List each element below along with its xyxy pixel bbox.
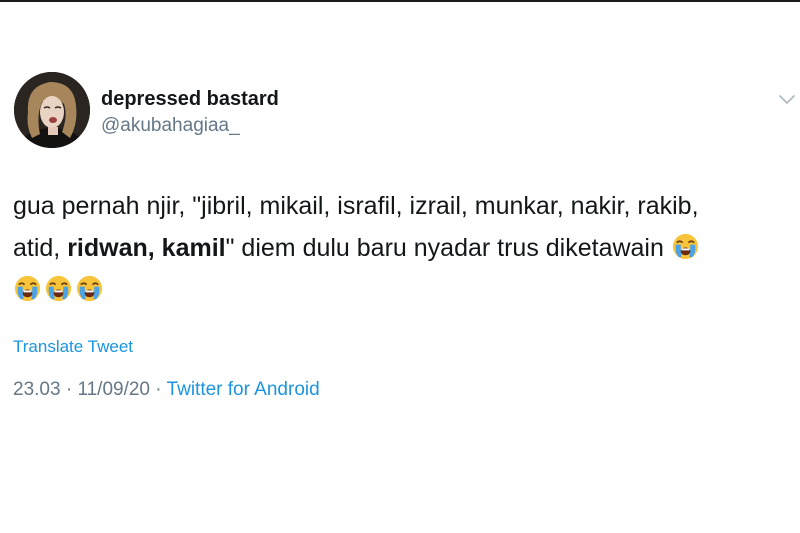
tweet-text: gua pernah njir, "jibril, mikail, israfi… xyxy=(13,185,793,311)
tweet-card: depressed bastard @akubahagiaa_ gua pern… xyxy=(0,0,800,533)
avatar[interactable] xyxy=(14,72,90,148)
display-name[interactable]: depressed bastard xyxy=(101,86,279,112)
meta-separator: · xyxy=(150,379,167,400)
user-block: depressed bastard @akubahagiaa_ xyxy=(101,86,279,139)
tweet-text-line: atid, ridwan, kamil" diem dulu baru nyad… xyxy=(13,227,793,269)
meta-separator: · xyxy=(60,379,78,400)
tweet-time: 23.03 xyxy=(13,379,61,400)
bold-name: ridwan, xyxy=(67,234,155,262)
chevron-down-icon[interactable] xyxy=(776,92,798,108)
translate-tweet-link[interactable]: Translate Tweet xyxy=(13,337,133,357)
tweet-date[interactable]: 11/09/20 xyxy=(77,379,150,400)
tweet-source-link[interactable]: Twitter for Android xyxy=(167,379,320,400)
bold-name: kamil xyxy=(161,234,226,262)
user-handle[interactable]: @akubahagiaa_ xyxy=(101,113,279,139)
profile-photo-icon xyxy=(14,72,90,148)
loudly-crying-face-icon xyxy=(75,274,104,303)
tweet-text-line xyxy=(13,269,793,311)
tweet-text-line: gua pernah njir, "jibril, mikail, israfi… xyxy=(13,192,699,220)
loudly-crying-face-icon xyxy=(671,232,700,261)
loudly-crying-face-icon xyxy=(13,274,42,303)
tweet-text-segment xyxy=(155,234,162,262)
tweet-text-segment: " diem dulu baru nyadar trus diketawain xyxy=(225,234,671,262)
loudly-crying-face-icon xyxy=(44,274,73,303)
tweet-meta: 23.03 · 11/09/20 · Twitter for Android xyxy=(13,379,320,401)
tweet-text-segment: atid, xyxy=(13,234,68,262)
